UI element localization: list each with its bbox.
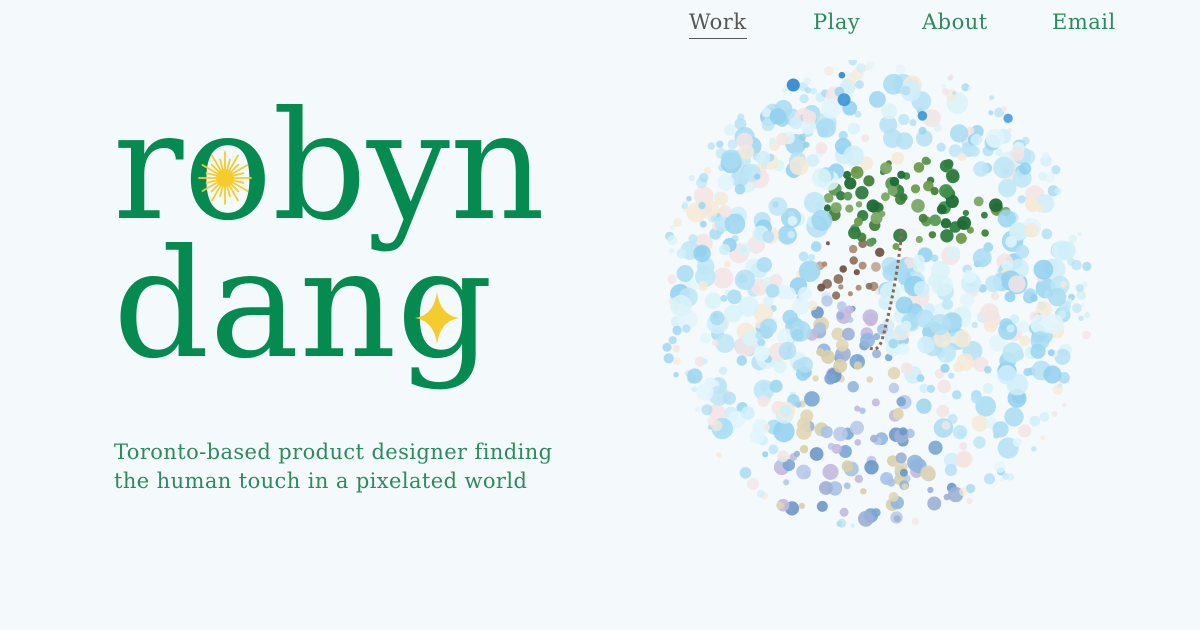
pointillist-portrait — [660, 57, 1100, 530]
hero-section: robyn dang Toronto-based product designe… — [0, 0, 620, 630]
tagline-line-2: the human touch in a pixelated world — [114, 469, 528, 493]
nav-about-link[interactable]: About — [922, 8, 988, 36]
tagline-line-1: Toronto-based product designer finding — [114, 440, 553, 464]
nav-email-link[interactable]: Email — [1052, 8, 1116, 36]
nav-work-link[interactable]: Work — [689, 8, 747, 39]
tagline: Toronto-based product designer finding t… — [114, 438, 594, 496]
logotype: robyn dang — [113, 80, 545, 392]
dot-portrait-image — [662, 57, 1092, 529]
nav-play-link[interactable]: Play — [813, 8, 860, 36]
